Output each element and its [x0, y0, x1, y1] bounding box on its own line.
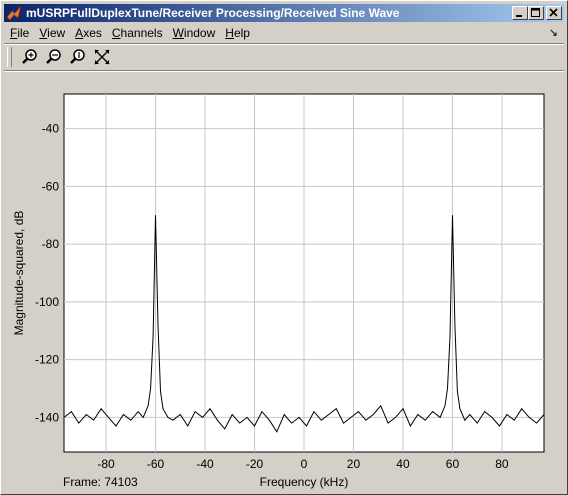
minimize-icon	[516, 15, 522, 17]
y-tick-label: -80	[42, 237, 60, 251]
x-tick-label: 40	[396, 457, 410, 471]
window-title: mUSRPFullDuplexTune/Receiver Processing/…	[26, 6, 400, 20]
x-tick-label: -40	[196, 457, 214, 471]
x-tick-label: 60	[446, 457, 460, 471]
autoscale-icon	[94, 49, 110, 65]
autoscale-button[interactable]	[90, 46, 114, 68]
y-tick-label: -140	[35, 410, 59, 424]
menu-view[interactable]: View	[33, 26, 69, 40]
toolbar-separator	[4, 70, 564, 72]
zoom-y-button[interactable]	[66, 46, 90, 68]
plot-panel: -80 -60 -40 -20 0 20 40 60 80 -40 -60 -80 -100 -120 -1…	[4, 73, 564, 491]
x-axis-label: Frequency (kHz)	[260, 475, 349, 489]
y-axis-label: Magnitude-squared, dB	[12, 211, 26, 336]
x-tick-label: 0	[301, 457, 308, 471]
toolbar-grip	[7, 47, 12, 67]
y-tick-label: -120	[35, 353, 59, 367]
x-tick-label: -60	[147, 457, 165, 471]
minimize-button[interactable]	[512, 6, 528, 20]
matlab-logo-icon	[6, 5, 22, 21]
zoom-in-button[interactable]	[18, 46, 42, 68]
x-tick-label: 80	[495, 457, 509, 471]
spectrum-chart[interactable]: -80 -60 -40 -20 0 20 40 60 80 -40 -60 -80 -100 -120 -1…	[4, 73, 564, 491]
x-tick-label: 20	[347, 457, 361, 471]
frame-counter: Frame: 74103	[63, 475, 138, 489]
maximize-button[interactable]	[528, 6, 544, 20]
y-tick-label: -60	[42, 179, 60, 193]
menu-channels[interactable]: Channels	[106, 26, 167, 40]
zoom-in-icon	[22, 49, 37, 64]
title-bar[interactable]: mUSRPFullDuplexTune/Receiver Processing/…	[4, 4, 564, 22]
close-icon	[549, 8, 558, 17]
y-tick-label: -40	[42, 122, 60, 136]
y-tick-label: -100	[35, 295, 59, 309]
menu-help[interactable]: Help	[219, 26, 254, 40]
x-tick-label: -80	[97, 457, 115, 471]
toolbar	[7, 45, 114, 69]
menu-bar: File View Axes Channels Window Help ↘	[4, 24, 564, 42]
menu-axes[interactable]: Axes	[69, 26, 106, 40]
maximize-icon	[531, 8, 540, 17]
zoom-y-icon	[70, 49, 85, 64]
x-tick-label: -20	[246, 457, 264, 471]
menu-window[interactable]: Window	[167, 26, 220, 40]
dock-arrow-icon[interactable]: ↘	[549, 26, 558, 39]
zoom-x-button[interactable]	[42, 46, 66, 68]
close-button[interactable]	[546, 6, 562, 20]
menu-file[interactable]: File	[4, 26, 33, 40]
scope-window: mUSRPFullDuplexTune/Receiver Processing/…	[0, 0, 568, 495]
zoom-x-icon	[46, 49, 61, 64]
